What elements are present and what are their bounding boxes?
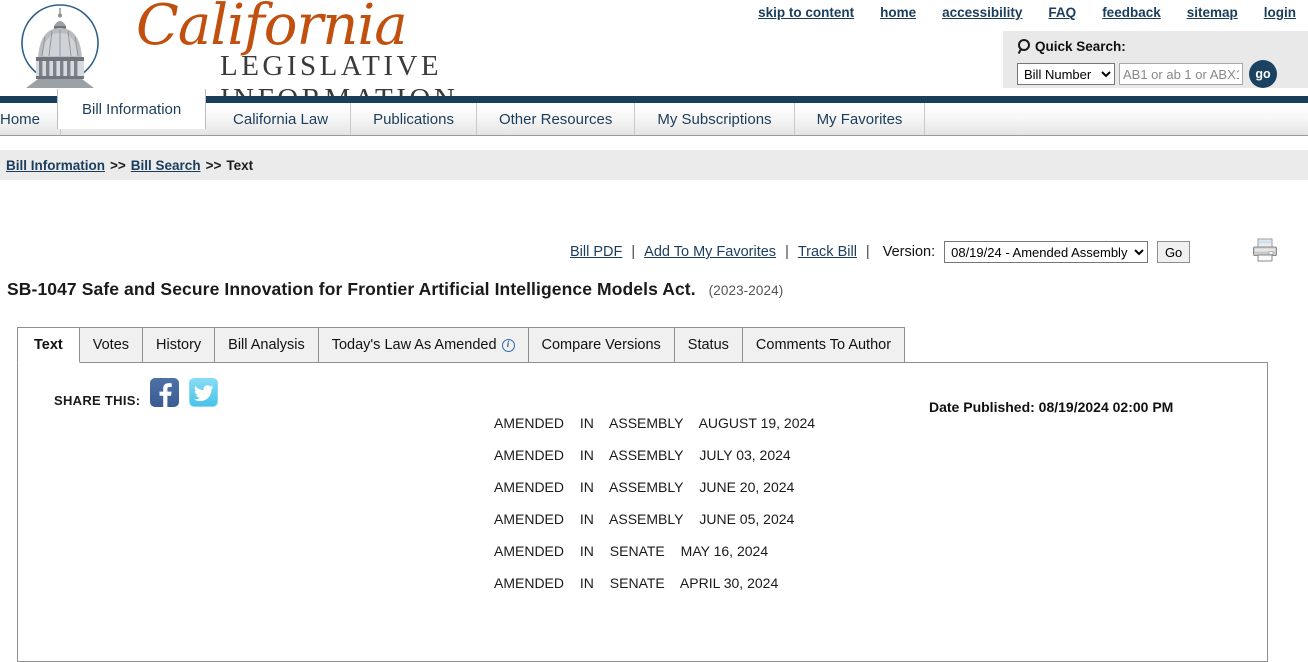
breadcrumb-separator-1: >> xyxy=(110,157,126,173)
breadcrumb-link-bill-information[interactable]: Bill Information xyxy=(6,158,105,173)
util-link-feedback[interactable]: feedback xyxy=(1102,5,1161,20)
util-link-skip-to-content[interactable]: skip to content xyxy=(758,5,854,20)
version-select[interactable]: 08/19/24 - Amended Assembly xyxy=(944,241,1149,263)
bill-tab-strip: Text Votes History Bill Analysis Today's… xyxy=(17,327,906,363)
action-separator-3: | xyxy=(865,244,870,260)
nav-tab-bill-information[interactable]: Bill Information xyxy=(57,89,207,129)
amendment-action: AMENDED xyxy=(494,447,565,463)
breadcrumb: Bill Information >> Bill Search >> Text xyxy=(0,150,1308,180)
amendment-action: AMENDED xyxy=(494,543,565,559)
amendment-date: MAY 16, 2024 xyxy=(680,543,769,559)
bill-session-text: (2023-2024) xyxy=(708,283,784,298)
site-header: California LEGISLATIVE INFORMATION skip … xyxy=(0,0,1308,115)
bill-text-panel: SHARE THIS: Date Published: 08/19/2024 0… xyxy=(17,362,1268,662)
add-to-favorites-link[interactable]: Add To My Favorites xyxy=(644,244,776,260)
magnifier-icon xyxy=(1017,38,1031,54)
breadcrumb-link-bill-search[interactable]: Bill Search xyxy=(131,158,201,173)
amendment-date: APRIL 30, 2024 xyxy=(679,575,779,591)
nav-tab-home[interactable]: Home xyxy=(0,103,62,135)
amendment-chamber: ASSEMBLY xyxy=(609,479,684,495)
bill-tab-todays-law-as-amended[interactable]: Today's Law As Amended i xyxy=(318,327,529,363)
util-link-accessibility[interactable]: accessibility xyxy=(942,5,1022,20)
bill-title-text: SB-1047 Safe and Secure Innovation for F… xyxy=(7,279,696,299)
track-bill-link[interactable]: Track Bill xyxy=(798,244,857,260)
util-link-home[interactable]: home xyxy=(880,5,916,20)
action-separator-1: | xyxy=(631,244,636,260)
bill-tab-votes[interactable]: Votes xyxy=(79,327,144,363)
bill-tab-comments-to-author[interactable]: Comments To Author xyxy=(742,327,906,363)
amendment-in: IN xyxy=(579,511,594,527)
bill-tab-bill-analysis[interactable]: Bill Analysis xyxy=(215,327,319,363)
amendment-date: JUNE 05, 2024 xyxy=(699,511,795,527)
amendment-action: AMENDED xyxy=(494,415,565,431)
brand-script-text: California xyxy=(136,0,408,58)
quick-search-go-button[interactable]: go xyxy=(1249,60,1277,88)
action-separator-2: | xyxy=(785,244,789,260)
bill-tab-status[interactable]: Status xyxy=(674,327,743,363)
info-circle-icon[interactable]: i xyxy=(501,338,515,352)
amendment-line: AMENDED IN ASSEMBLY AUGUST 19, 2024 xyxy=(494,415,1094,431)
share-section: SHARE THIS: xyxy=(54,377,219,408)
amendment-line: AMENDED IN SENATE APRIL 30, 2024 xyxy=(494,575,1094,591)
amendment-action: AMENDED xyxy=(494,575,565,591)
amendment-date: JUNE 20, 2024 xyxy=(699,479,795,495)
bill-action-bar: Bill PDF | Add To My Favorites | Track B… xyxy=(0,240,1308,270)
bill-tab-todays-law-label: Today's Law As Amended xyxy=(331,337,497,353)
amendment-in: IN xyxy=(579,543,594,559)
amendment-line: AMENDED IN ASSEMBLY JUNE 05, 2024 xyxy=(494,511,1094,527)
utility-nav: skip to content home accessibility FAQ f… xyxy=(758,5,1296,20)
bill-title: SB-1047 Safe and Secure Innovation for F… xyxy=(7,279,783,300)
main-nav: Home California Law Publications Other R… xyxy=(0,89,1308,136)
breadcrumb-separator-2: >> xyxy=(205,157,222,173)
bill-tab-compare-versions[interactable]: Compare Versions xyxy=(528,327,675,363)
quick-search-input[interactable] xyxy=(1119,63,1243,85)
amendment-in: IN xyxy=(579,415,594,431)
nav-tab-california-law[interactable]: California Law xyxy=(211,103,352,135)
version-label: Version: xyxy=(882,244,936,260)
amendment-line: AMENDED IN ASSEMBLY JULY 03, 2024 xyxy=(494,447,1094,463)
util-link-faq[interactable]: FAQ xyxy=(1048,5,1076,20)
quick-search-label: Quick Search: xyxy=(1035,38,1126,54)
nav-tab-my-favorites[interactable]: My Favorites xyxy=(795,103,926,135)
nav-tab-publications[interactable]: Publications xyxy=(351,103,477,135)
amendment-in: IN xyxy=(579,479,594,495)
bill-pdf-link[interactable]: Bill PDF xyxy=(570,244,622,260)
util-link-sitemap[interactable]: sitemap xyxy=(1187,5,1238,20)
site-brand[interactable]: California LEGISLATIVE INFORMATION xyxy=(130,0,650,115)
quick-search-type-select[interactable]: Bill Number xyxy=(1017,63,1115,85)
amendment-history-list: AMENDED IN ASSEMBLY AUGUST 19, 2024 AMEN… xyxy=(494,415,1094,607)
share-label: SHARE THIS: xyxy=(54,393,141,408)
nav-tab-other-resources[interactable]: Other Resources xyxy=(477,103,636,135)
util-link-login[interactable]: login xyxy=(1264,5,1296,20)
amendment-line: AMENDED IN ASSEMBLY JUNE 20, 2024 xyxy=(494,479,1094,495)
amendment-line: AMENDED IN SENATE MAY 16, 2024 xyxy=(494,543,1094,559)
amendment-chamber: SENATE xyxy=(609,575,665,591)
amendment-action: AMENDED xyxy=(494,479,565,495)
amendment-date: JULY 03, 2024 xyxy=(699,447,791,463)
capitol-dome-icon[interactable] xyxy=(18,0,102,90)
amendment-chamber: ASSEMBLY xyxy=(609,415,684,431)
twitter-icon[interactable] xyxy=(189,378,219,407)
amendment-chamber: SENATE xyxy=(609,543,665,559)
amendment-action: AMENDED xyxy=(494,511,565,527)
bill-tab-text[interactable]: Text xyxy=(17,327,80,363)
amendment-date: AUGUST 19, 2024 xyxy=(698,415,816,431)
amendment-in: IN xyxy=(579,575,594,591)
facebook-icon[interactable] xyxy=(150,378,180,407)
amendment-in: IN xyxy=(579,447,594,463)
bill-tab-history[interactable]: History xyxy=(143,327,216,363)
nav-tab-my-subscriptions[interactable]: My Subscriptions xyxy=(635,103,795,135)
date-published: Date Published: 08/19/2024 02:00 PM xyxy=(929,399,1174,415)
amendment-chamber: ASSEMBLY xyxy=(609,447,684,463)
quick-search-panel: Quick Search: Bill Number go xyxy=(1003,31,1308,88)
amendment-chamber: ASSEMBLY xyxy=(609,511,684,527)
printer-icon[interactable] xyxy=(1252,238,1278,262)
breadcrumb-current-text: Text xyxy=(226,157,254,173)
version-go-button[interactable]: Go xyxy=(1157,241,1191,263)
